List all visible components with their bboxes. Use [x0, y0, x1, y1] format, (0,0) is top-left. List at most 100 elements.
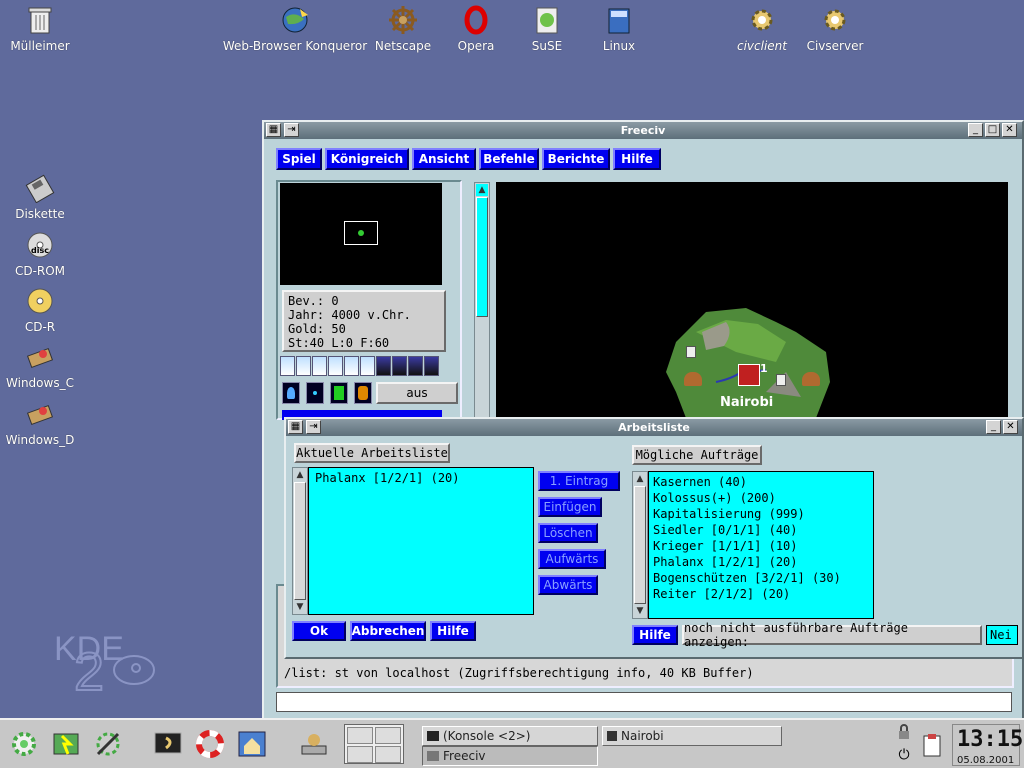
map-vertical-scrollbar[interactable]: ▲: [474, 182, 490, 418]
freeciv-titlebar[interactable]: Freeciv: [264, 122, 1022, 139]
ok-button[interactable]: Ok: [292, 621, 346, 641]
desktop-icon-label: Web-Browser Konqueror: [222, 39, 368, 53]
possible-orders-list[interactable]: Kasernen (40) Kolossus(+) (200) Kapitali…: [648, 471, 874, 619]
window-title: Arbeitsliste: [618, 421, 690, 434]
logout-icon[interactable]: ⏻: [892, 744, 916, 766]
desktop-icon-civserver[interactable]: Civserver: [802, 4, 868, 53]
taxman-icon: [392, 356, 407, 376]
pager-desktop-3[interactable]: [347, 746, 373, 763]
window-menu-icon[interactable]: ▦: [266, 123, 281, 137]
desktop-icon-netscape[interactable]: Netscape: [372, 4, 434, 53]
desktop-icon-opera[interactable]: Opera: [446, 4, 506, 53]
pager-desktop-4[interactable]: [375, 746, 401, 763]
pager-desktop-2[interactable]: [375, 727, 401, 744]
kde-menu-icon[interactable]: [6, 726, 42, 762]
tools-icon[interactable]: [90, 726, 126, 762]
window-menu-icon[interactable]: ▦: [288, 420, 303, 434]
pager-desktop-1[interactable]: [347, 727, 373, 744]
move-down-button[interactable]: Abwärts: [538, 575, 598, 595]
menu-koenigreich[interactable]: Königreich: [325, 148, 409, 170]
scroll-thumb[interactable]: [476, 197, 488, 317]
list-item[interactable]: Bogenschützen [3/2/1] (30): [653, 570, 869, 586]
scroll-thumb[interactable]: [294, 482, 306, 600]
move-up-button[interactable]: Aufwärts: [538, 549, 606, 569]
home-icon[interactable]: [234, 726, 270, 762]
show-unavailable-label: noch nicht ausführbare Aufträge anzeigen…: [682, 621, 982, 649]
chat-input[interactable]: [276, 692, 1012, 712]
delete-button[interactable]: Löschen: [538, 523, 598, 543]
minimize-icon[interactable]: _: [986, 420, 1001, 434]
help-lifebuoy-icon[interactable]: [192, 726, 228, 762]
insert-button[interactable]: Einfügen: [538, 497, 602, 517]
scientist-icon: [312, 356, 327, 376]
lock-screen-icon[interactable]: [892, 722, 916, 742]
desktop-icon-trash[interactable]: Mülleimer: [8, 4, 72, 53]
desktop-icon-suse[interactable]: SuSE: [518, 4, 576, 53]
tax-rate-icons[interactable]: [280, 356, 442, 378]
desktop-icon-diskette[interactable]: Diskette: [8, 172, 72, 221]
sticky-icon[interactable]: ⇥: [284, 123, 299, 137]
city-icon[interactable]: [738, 364, 760, 386]
list-item[interactable]: Kolossus(+) (200): [653, 490, 869, 506]
worklist-titlebar[interactable]: Arbeitsliste: [286, 419, 1022, 436]
clipboard-icon[interactable]: [918, 730, 946, 760]
desktop-icon-linux[interactable]: Linux: [590, 4, 648, 53]
list-item[interactable]: Phalanx [1/2/1] (20): [315, 470, 527, 486]
city-name-label[interactable]: Nairobi: [720, 395, 773, 410]
scroll-up-arrow-icon[interactable]: ▲: [634, 473, 646, 485]
map-canvas[interactable]: 1 Nairobi: [496, 182, 1008, 418]
scroll-down-arrow-icon[interactable]: ▼: [294, 601, 306, 613]
close-icon[interactable]: ✕: [1003, 420, 1018, 434]
control-center-icon[interactable]: [296, 726, 332, 762]
desktop-icon-civclient[interactable]: civclient: [730, 4, 794, 53]
button-label: Aufwärts: [545, 552, 599, 566]
list-item[interactable]: Kapitalisierung (999): [653, 506, 869, 522]
scroll-thumb[interactable]: [634, 486, 646, 604]
menu-spiel[interactable]: Spiel: [276, 148, 322, 170]
desktop-icon-cdrom[interactable]: disc CD-ROM: [8, 229, 72, 278]
desktop-icon-cdr[interactable]: CD-R: [8, 285, 72, 334]
menu-befehle[interactable]: Befehle: [479, 148, 539, 170]
show-unavailable-toggle[interactable]: Nei: [986, 625, 1018, 645]
minimize-icon[interactable]: _: [968, 123, 983, 137]
terminal-icon[interactable]: [150, 726, 186, 762]
possible-list-scrollbar[interactable]: ▲ ▼: [632, 471, 648, 619]
list-item[interactable]: Reiter [2/1/2] (20): [653, 586, 869, 602]
desktop-icon-label: CD-ROM: [14, 264, 66, 278]
scroll-up-arrow-icon[interactable]: ▲: [476, 184, 488, 196]
list-item[interactable]: Siedler [0/1/1] (40): [653, 522, 869, 538]
desktop-icon-windows-d[interactable]: Windows_D: [4, 398, 76, 447]
menu-hilfe[interactable]: Hilfe: [613, 148, 661, 170]
desktop-icon-konqueror[interactable]: Web-Browser Konqueror: [222, 4, 368, 53]
city-size-label: 1: [760, 362, 768, 375]
first-entry-button[interactable]: 1. Eintrag: [538, 471, 620, 491]
cancel-button[interactable]: Abbrechen: [350, 621, 426, 641]
help-button-left[interactable]: Hilfe: [430, 621, 476, 641]
menu-ansicht[interactable]: Ansicht: [412, 148, 476, 170]
list-item[interactable]: Kasernen (40): [653, 474, 869, 490]
sticky-icon[interactable]: ⇥: [306, 420, 321, 434]
turn-done-button[interactable]: aus: [376, 382, 458, 404]
current-worklist[interactable]: Phalanx [1/2/1] (20): [308, 467, 534, 615]
desktop-pager[interactable]: [344, 724, 404, 764]
maximize-icon[interactable]: □: [985, 123, 1000, 137]
scroll-up-arrow-icon[interactable]: ▲: [294, 469, 306, 481]
list-item[interactable]: Krieger [1/1/1] (10): [653, 538, 869, 554]
gold-text: Gold: 50: [288, 322, 346, 336]
overview-minimap[interactable]: [280, 183, 442, 285]
suse-menu-icon[interactable]: [48, 726, 84, 762]
current-list-scrollbar[interactable]: ▲ ▼: [292, 467, 308, 615]
list-item[interactable]: Phalanx [1/2/1] (20): [653, 554, 869, 570]
help-button-right[interactable]: Hilfe: [632, 625, 678, 645]
scroll-down-arrow-icon[interactable]: ▼: [634, 605, 646, 617]
taxman-icon: [424, 356, 439, 376]
task-konsole[interactable]: (Konsole <2>): [422, 726, 598, 746]
task-freeciv[interactable]: Freeciv: [422, 746, 598, 766]
status-info-box: Bev.: 0 Jahr: 4000 v.Chr. Gold: 50 St:40…: [282, 290, 446, 352]
task-nairobi[interactable]: Nairobi: [602, 726, 782, 746]
desktop-icon-windows-c[interactable]: Windows_C: [4, 341, 76, 390]
menu-berichte[interactable]: Berichte: [542, 148, 610, 170]
close-icon[interactable]: ✕: [1002, 123, 1017, 137]
clock[interactable]: 13:15 05.08.2001: [952, 724, 1023, 766]
desktop-icon-label: Linux: [602, 39, 636, 53]
